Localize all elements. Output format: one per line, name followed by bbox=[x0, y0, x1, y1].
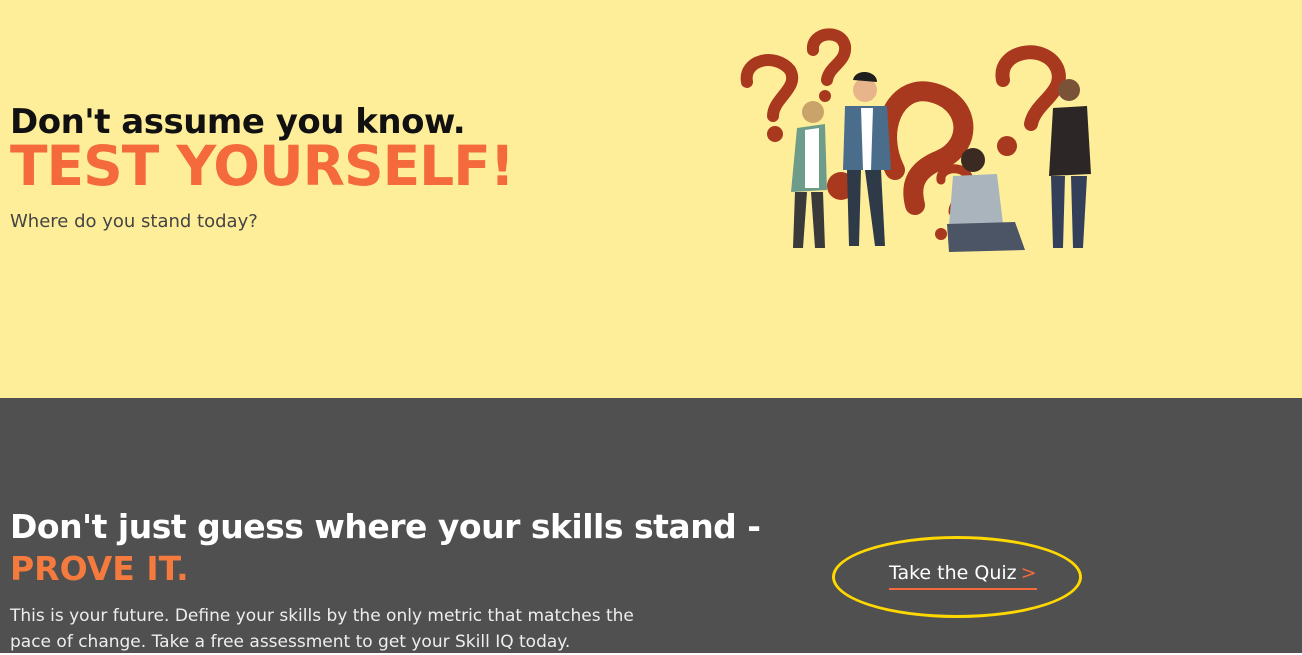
people-with-question-marks-illustration bbox=[740, 28, 1091, 252]
person-man-suit-icon bbox=[843, 71, 891, 246]
section-heading: Don't just guess where your skills stand… bbox=[10, 507, 761, 546]
hero-headline-accent: TEST YOURSELF! bbox=[10, 134, 515, 198]
chevron-right-icon: > bbox=[1020, 562, 1037, 584]
hero-subtitle: Where do you stand today? bbox=[10, 211, 258, 232]
person-man-sweater-icon bbox=[1049, 79, 1091, 248]
section-description: This is your future. Define your skills … bbox=[10, 606, 634, 652]
person-woman-icon bbox=[791, 101, 827, 248]
person-kneeling-icon bbox=[947, 148, 1025, 252]
section-heading-accent: PROVE IT. bbox=[10, 549, 189, 588]
take-quiz-label: Take the Quiz bbox=[889, 562, 1017, 584]
hero-section bbox=[0, 0, 1302, 398]
take-quiz-link[interactable]: Take the Quiz > bbox=[889, 562, 1037, 590]
